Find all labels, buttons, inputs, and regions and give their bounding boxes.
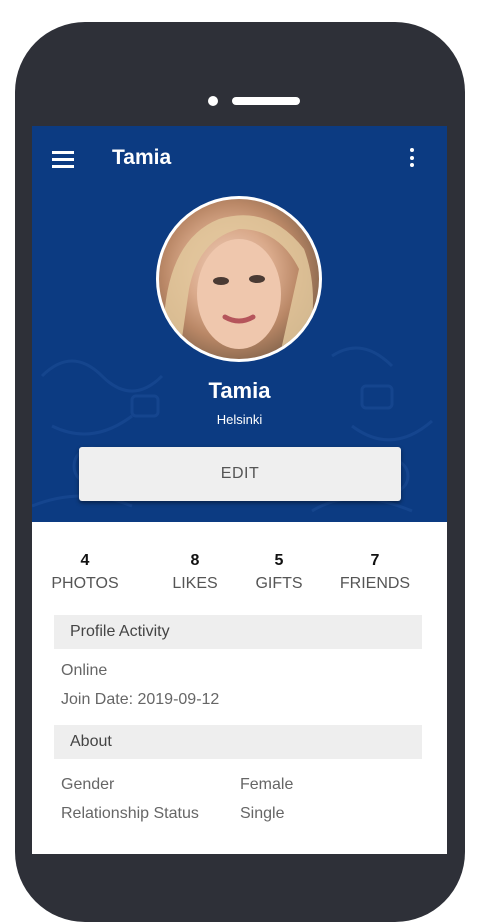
profile-avatar <box>156 196 322 362</box>
stat-label: FRIENDS <box>339 575 411 592</box>
stat-photos[interactable]: 4 PHOTOS <box>50 552 120 593</box>
stat-count: 7 <box>370 552 380 569</box>
relationship-label: Relationship Status <box>61 805 199 822</box>
stat-label: GIFTS <box>255 575 303 592</box>
stat-gifts[interactable]: 5 GIFTS <box>244 552 314 593</box>
stat-label: PHOTOS <box>51 575 119 592</box>
avatar-illustration <box>164 215 313 359</box>
profile-name: Tamia <box>208 378 271 403</box>
join-date: Join Date: 2019-09-12 <box>61 691 220 708</box>
about-heading: About <box>54 725 422 759</box>
app-bar-title: Tamia <box>112 146 172 169</box>
profile-activity-heading: Profile Activity <box>54 615 422 649</box>
gender-label: Gender <box>61 776 115 793</box>
speaker-grille <box>232 97 300 105</box>
online-status: Online <box>61 662 108 679</box>
gender-value: Female <box>240 776 294 793</box>
stat-count: 5 <box>274 552 284 569</box>
profile-location: Helsinki <box>216 412 263 427</box>
stats-row: 4 PHOTOS 8 LIKES 5 GIFTS 7 FRIENDS <box>50 552 435 600</box>
app-screen: Tamia Tamia Helsinki EDIT 4 PHOTOS 8 LIK… <box>32 126 447 854</box>
more-vertical-icon[interactable] <box>408 148 416 172</box>
hamburger-menu-icon[interactable] <box>52 151 74 169</box>
camera-dot <box>208 96 218 106</box>
stat-count: 8 <box>190 552 200 569</box>
edit-profile-button[interactable]: EDIT <box>79 447 401 501</box>
stat-likes[interactable]: 8 LIKES <box>160 552 230 593</box>
stat-label: LIKES <box>172 575 218 592</box>
relationship-value: Single <box>240 805 285 822</box>
profile-header: Tamia Tamia Helsinki EDIT <box>32 126 447 522</box>
stat-friends[interactable]: 7 FRIENDS <box>332 552 418 593</box>
stat-count: 4 <box>80 552 90 569</box>
